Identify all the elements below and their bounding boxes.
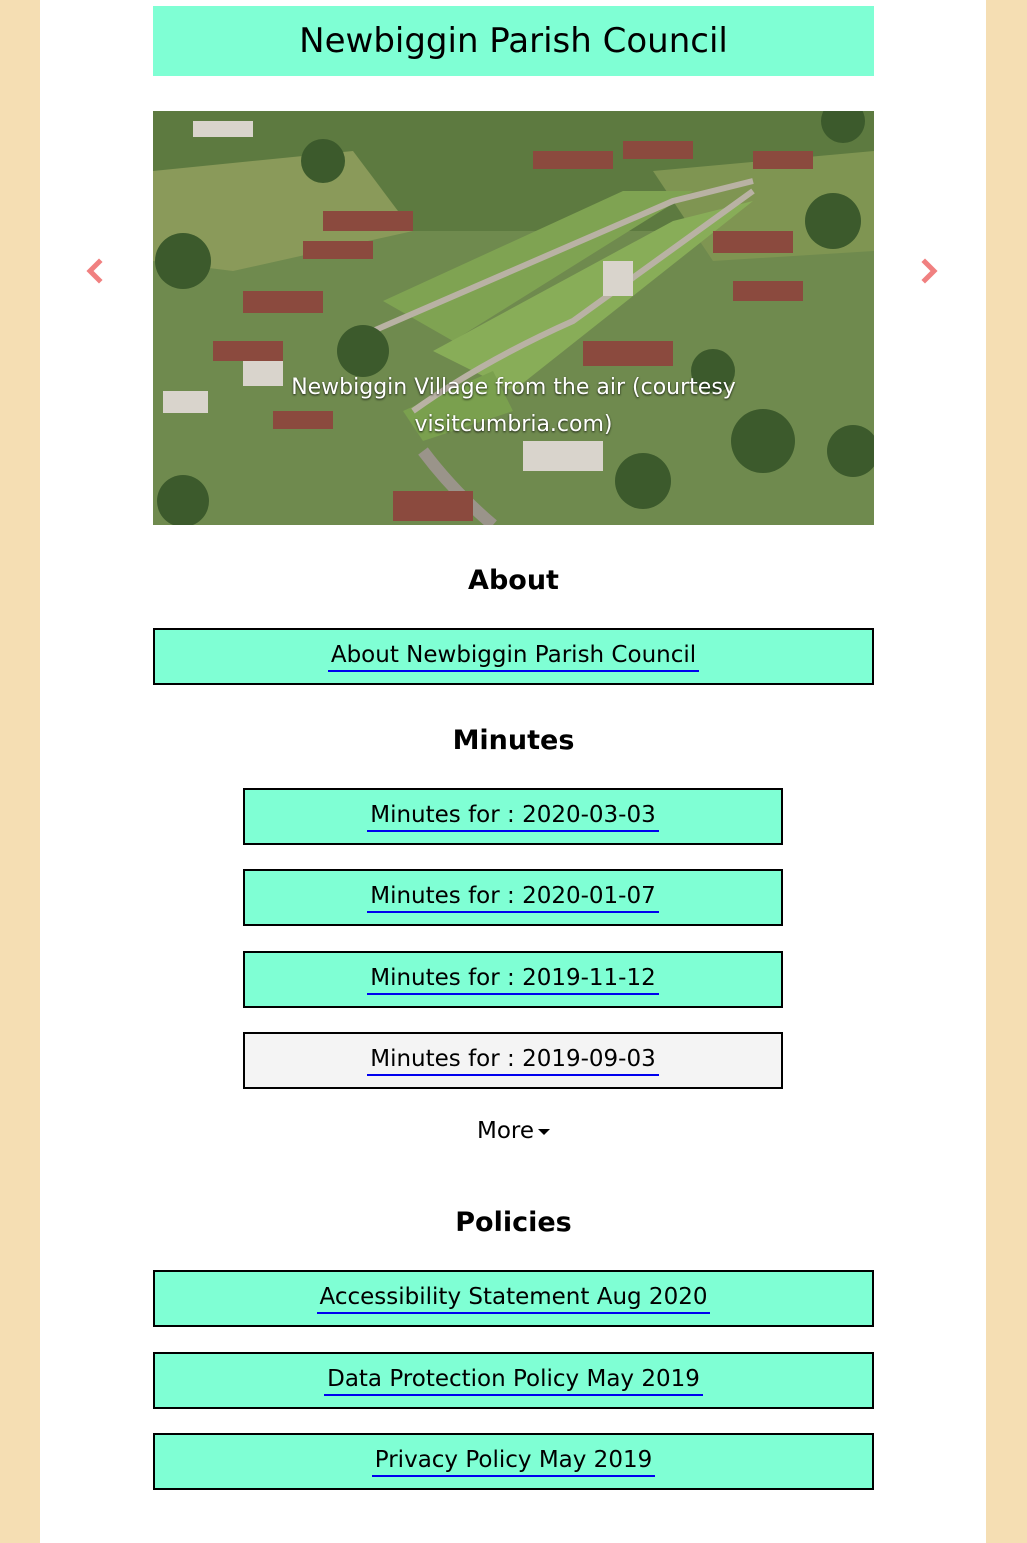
more-dropdown-toggle[interactable]: More — [153, 1118, 874, 1144]
policy-link[interactable]: Privacy Policy May 2019 — [371, 1446, 656, 1477]
carousel-caption: Newbiggin Village from the air (courtesy… — [291, 375, 736, 437]
minutes-link[interactable]: Minutes for : 2019-11-12 — [367, 964, 659, 995]
about-link-button[interactable]: About Newbiggin Parish Council — [153, 628, 874, 685]
minutes-link[interactable]: Minutes for : 2020-03-03 — [367, 801, 659, 832]
minutes-item[interactable]: Minutes for : 2020-03-03 — [243, 788, 783, 845]
chevron-left-icon[interactable] — [80, 256, 110, 286]
minutes-item[interactable]: Minutes for : 2019-11-12 — [243, 951, 783, 1008]
minutes-link[interactable]: Minutes for : 2020-01-07 — [367, 882, 659, 913]
chevron-right-icon[interactable] — [914, 256, 944, 286]
more-label[interactable]: More — [477, 1118, 534, 1144]
minutes-link[interactable]: Minutes for : 2019-09-03 — [367, 1045, 659, 1076]
minutes-item[interactable]: Minutes for : 2020-01-07 — [243, 869, 783, 926]
about-link[interactable]: About Newbiggin Parish Council — [327, 641, 700, 672]
caret-down-icon — [538, 1128, 551, 1135]
policy-item[interactable]: Privacy Policy May 2019 — [153, 1433, 874, 1490]
page-container: Newbiggin Parish Council Newbiggin Villa… — [40, 0, 986, 1543]
policy-item[interactable]: Data Protection Policy May 2019 — [153, 1352, 874, 1409]
village-aerial-photo — [153, 111, 874, 525]
site-title: Newbiggin Parish Council — [299, 21, 728, 61]
minutes-item[interactable]: Minutes for : 2019-09-03 — [243, 1032, 783, 1089]
policy-item[interactable]: Accessibility Statement Aug 2020 — [153, 1270, 874, 1327]
about-heading: About — [468, 565, 559, 596]
policy-link[interactable]: Accessibility Statement Aug 2020 — [316, 1283, 711, 1314]
site-title-banner: Newbiggin Parish Council — [153, 6, 874, 76]
image-carousel: Newbiggin Village from the air (courtesy… — [153, 111, 874, 525]
policies-heading: Policies — [455, 1207, 572, 1238]
policy-link[interactable]: Data Protection Policy May 2019 — [324, 1365, 703, 1396]
minutes-heading: Minutes — [452, 725, 575, 756]
